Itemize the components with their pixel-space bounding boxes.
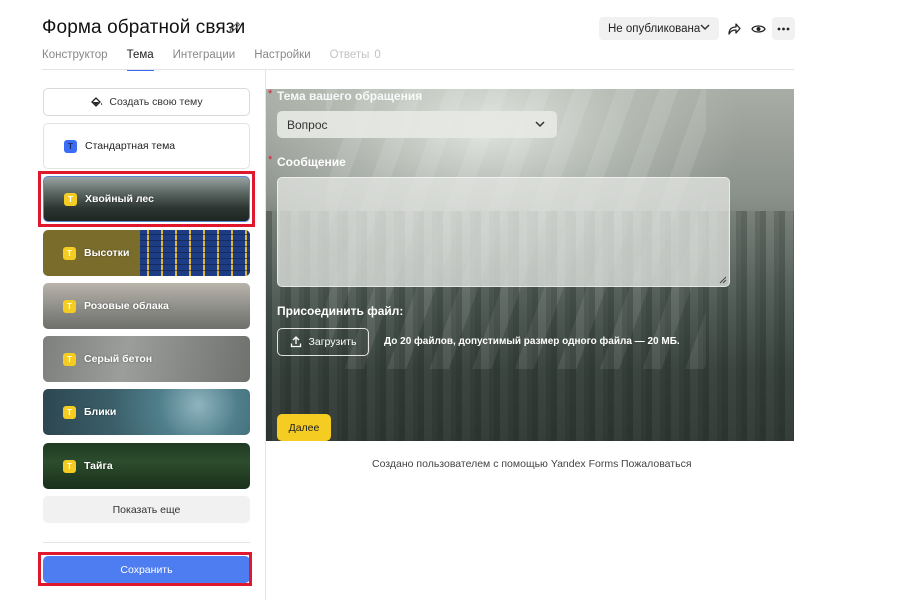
- tab-settings[interactable]: Настройки: [254, 49, 310, 71]
- theme-taiga[interactable]: T Тайга: [43, 443, 250, 489]
- eye-icon: [751, 24, 766, 33]
- theme-coniferous-forest[interactable]: T Хвойный лес: [43, 176, 250, 222]
- header-divider: [42, 69, 794, 70]
- topic-select[interactable]: Вопрос: [277, 111, 557, 138]
- chevron-down-icon: [535, 121, 545, 128]
- theme-badge-icon: T: [63, 352, 76, 366]
- upload-icon: [290, 336, 301, 348]
- create-theme-button[interactable]: Создать свою тему: [43, 88, 250, 116]
- footer-created-text: Создано пользователем с помощью Yandex F…: [372, 458, 619, 470]
- chevron-down-icon: [700, 24, 710, 31]
- next-button[interactable]: Далее: [277, 414, 331, 441]
- more-icon: [777, 27, 790, 30]
- theme-badge-icon: T: [63, 299, 76, 313]
- theme-highrises[interactable]: T Высотки: [43, 230, 250, 276]
- sidebar-bottom-divider: [43, 542, 250, 543]
- tab-constructor[interactable]: Конструктор: [42, 49, 108, 71]
- theme-badge-icon: T: [64, 139, 77, 153]
- theme-pink-clouds[interactable]: T Розовые облака: [43, 283, 250, 329]
- topic-field-label: Тема вашего обращения: [277, 89, 423, 103]
- theme-badge-icon: T: [64, 192, 77, 206]
- tab-bar: Конструктор Тема Интеграции Настройки От…: [42, 49, 400, 71]
- highrise-thumbnail-shade: [140, 230, 250, 276]
- tab-theme[interactable]: Тема: [126, 49, 154, 71]
- share-button[interactable]: [722, 17, 745, 40]
- theme-standard[interactable]: T Стандартная тема: [43, 123, 250, 169]
- paint-bucket-icon: [91, 97, 103, 107]
- save-button[interactable]: Сохранить: [43, 556, 250, 583]
- theme-badge-icon: T: [63, 459, 76, 473]
- upload-hint: До 20 файлов, допустимый размер одного ф…: [384, 336, 680, 347]
- resize-handle-icon[interactable]: [719, 276, 727, 284]
- report-link[interactable]: Пожаловаться: [621, 458, 692, 470]
- message-textarea[interactable]: [277, 177, 730, 287]
- responses-count: 0: [374, 49, 381, 61]
- theme-badge-icon: T: [63, 405, 76, 419]
- share-icon: [727, 22, 741, 35]
- upload-button[interactable]: Загрузить: [277, 328, 369, 356]
- more-options-button[interactable]: [772, 17, 795, 40]
- page-title: Форма обратной связи: [42, 17, 246, 38]
- attach-file-label: Присоединить файл:: [277, 304, 404, 318]
- theme-glare[interactable]: T Блики: [43, 389, 250, 435]
- pencil-icon[interactable]: [228, 20, 242, 34]
- message-field-label: Сообщение: [277, 155, 346, 169]
- required-marker: *: [268, 88, 273, 100]
- theme-grey-concrete[interactable]: T Серый бетон: [43, 336, 250, 382]
- show-more-button[interactable]: Показать еще: [43, 496, 250, 523]
- tab-integrations[interactable]: Интеграции: [173, 49, 236, 71]
- publish-status-dropdown[interactable]: Не опубликована: [599, 17, 719, 40]
- tab-responses[interactable]: Ответы 0: [330, 49, 381, 71]
- theme-badge-icon: T: [63, 246, 76, 260]
- preview-button[interactable]: [747, 17, 770, 40]
- required-marker: *: [268, 154, 273, 166]
